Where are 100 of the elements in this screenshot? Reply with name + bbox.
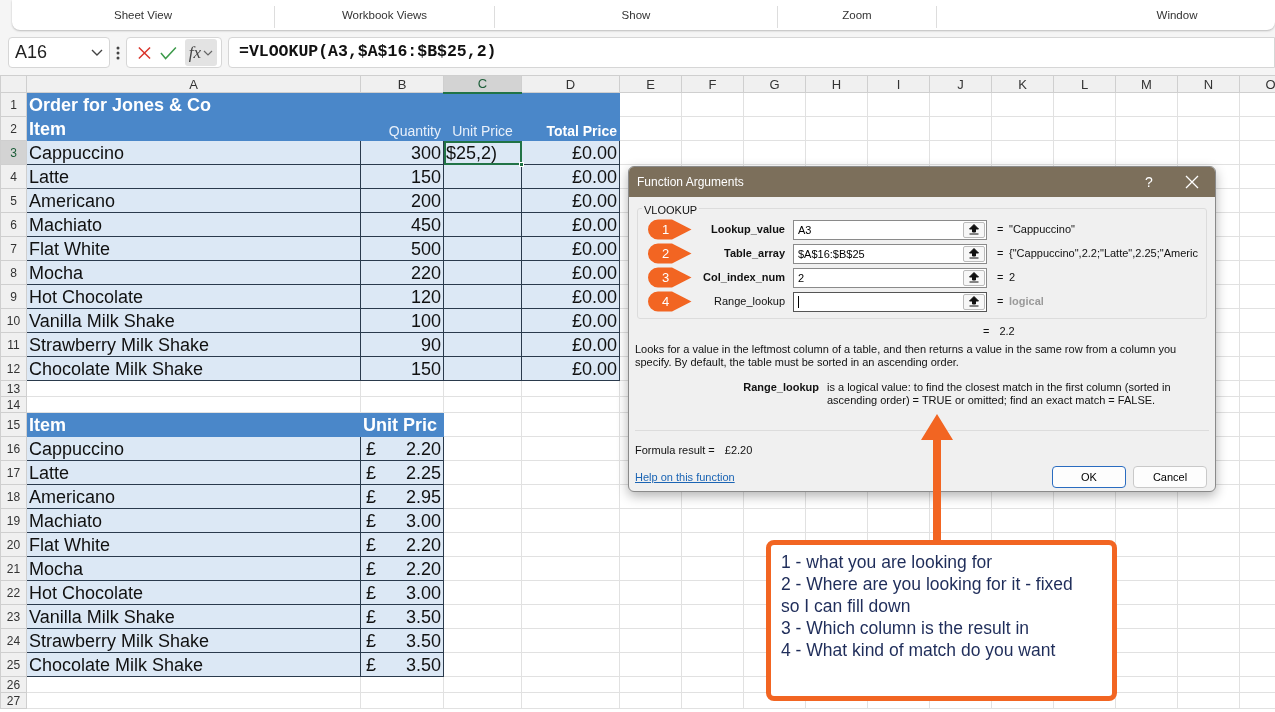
annotation-text: 2 - Where are you looking for it - fixed so I can fill down (781, 573, 1074, 617)
help-button[interactable]: ? (1129, 171, 1169, 193)
table-cell: Chocolate Milk Shake (26, 356, 361, 381)
row-header[interactable]: 9 (0, 284, 27, 309)
number-marker: 4 (648, 291, 692, 312)
table-cell: Flat White (26, 532, 361, 557)
row-header[interactable]: 19 (0, 508, 27, 533)
function-description: Looks for a value in the leftmost column of a table, and then returns a value in the same row from a column you specify. By default, the table must be sorted in an ascending order. (634, 342, 1178, 369)
cancel-icon (137, 44, 152, 61)
table-title: Order for Jones & Co (26, 92, 620, 117)
annotation-text: 3 - Which column is the result in (781, 617, 1030, 639)
name-box[interactable]: A16 (8, 37, 110, 68)
help-link[interactable]: Help on this function (635, 468, 1045, 486)
row-header[interactable]: 17 (0, 460, 27, 485)
column-header[interactable]: H (805, 75, 868, 93)
currency-symbol: £ (366, 535, 376, 554)
currency-symbol: £ (366, 511, 376, 530)
column-header[interactable]: I (867, 75, 930, 93)
equals-sign: = (996, 270, 1005, 286)
row-header[interactable]: 22 (0, 580, 27, 605)
caret-icon (203, 49, 213, 56)
argument-label: Table_array (723, 246, 786, 262)
column-header[interactable]: K (991, 75, 1054, 93)
table-cell: £0.00 (521, 284, 620, 309)
table-cell: Strawberry Milk Shake (26, 628, 361, 653)
row-header[interactable]: 24 (0, 628, 27, 653)
table-cell: Vanilla Milk Shake (26, 604, 361, 629)
row-header[interactable]: 21 (0, 556, 27, 581)
column-header[interactable]: D (521, 75, 620, 93)
currency-symbol: £ (366, 439, 376, 458)
table-cell: Mocha (26, 556, 361, 581)
row-header[interactable]: 6 (0, 212, 27, 237)
upload-arrow-icon (969, 296, 979, 307)
column-header[interactable]: N (1177, 75, 1240, 93)
table-cell: Latte (26, 164, 361, 189)
row-header[interactable]: 15 (0, 412, 27, 437)
table-cell: £0.00 (521, 260, 620, 285)
ribbon-group-label: Sheet View (12, 6, 275, 28)
table-cell: £0.00 (521, 308, 620, 333)
row-header[interactable]: 7 (0, 236, 27, 261)
table-cell: £0.00 (521, 356, 620, 381)
table-cell: 2.95 (405, 487, 441, 506)
table-cell: £0.00 (521, 188, 620, 213)
column-header[interactable]: E (619, 75, 682, 93)
row-header[interactable]: 25 (0, 652, 27, 677)
upload-arrow-icon (969, 224, 979, 235)
row-header[interactable]: 23 (0, 604, 27, 629)
equals-sign: = (996, 246, 1005, 262)
input-field[interactable]: A3 (793, 219, 987, 240)
column-header[interactable]: B (360, 75, 444, 93)
argument-result: "Cappuccino" (1009, 222, 1076, 238)
formula-field[interactable]: =VLOOKUP(A3,$A$16:$B$25,2) (228, 37, 1275, 68)
table-cell: Cappuccino (26, 140, 361, 165)
equals-sign: = (996, 222, 1005, 238)
table-cell: Chocolate Milk Shake (26, 652, 361, 677)
column-header[interactable]: F (681, 75, 744, 93)
input-field[interactable]: 2 (793, 267, 987, 288)
table-cell: Flat White (26, 236, 361, 261)
column-header[interactable]: C (443, 75, 522, 93)
column-header[interactable]: O (1239, 75, 1275, 93)
more-icon (116, 44, 120, 61)
row-header[interactable]: 20 (0, 532, 27, 557)
row-header[interactable]: 8 (0, 260, 27, 285)
row-header[interactable]: 12 (0, 356, 27, 381)
ok-button[interactable]: OK (1052, 466, 1126, 488)
caret-icon (91, 48, 103, 57)
result-value: 2.2 (999, 324, 1015, 339)
column-header[interactable]: A (26, 75, 361, 93)
row-header[interactable]: 5 (0, 188, 27, 213)
cancel-button[interactable]: Cancel (1133, 466, 1207, 488)
input-field[interactable] (793, 291, 987, 312)
insert-function-button[interactable]: fx (184, 39, 217, 66)
table-cell: 2.20 (405, 439, 441, 458)
row-header[interactable]: 4 (0, 164, 27, 189)
input-field[interactable]: $A$16:$B$25 (793, 243, 987, 264)
upload-arrow-icon (969, 248, 979, 259)
row-header[interactable]: 1 (0, 92, 27, 117)
row-header[interactable]: 16 (0, 436, 27, 461)
table-cell: 3.00 (405, 583, 441, 602)
equals-sign: = (996, 294, 1005, 310)
table-cell: £0.00 (521, 236, 620, 261)
column-header[interactable]: L (1053, 75, 1116, 93)
currency-symbol: £ (366, 631, 376, 650)
column-header[interactable]: J (929, 75, 992, 93)
row-header[interactable]: 10 (0, 308, 27, 333)
column-header[interactable]: G (743, 75, 806, 93)
argument-description: is a logical value: to find the closest match in the first column (sorted in ascending order) = TRUE or omitted; find an exact match = FALSE. (827, 380, 1172, 407)
column-header[interactable]: M (1115, 75, 1178, 93)
argument-result: 2 (1009, 270, 1017, 286)
row-header[interactable]: 3 (0, 140, 27, 165)
table-cell: £0.00 (521, 140, 620, 165)
dialog-title: Function Arguments (637, 174, 745, 191)
row-header[interactable]: 11 (0, 332, 27, 357)
row-header[interactable]: 18 (0, 484, 27, 509)
table-cell: Cappuccino (26, 436, 361, 461)
argument-name: Range_lookup (742, 380, 820, 395)
currency-symbol: £ (366, 463, 376, 482)
table-cell: Vanilla Milk Shake (26, 308, 361, 333)
row-header[interactable]: 2 (0, 116, 27, 141)
table-cell: Hot Chocolate (26, 580, 361, 605)
